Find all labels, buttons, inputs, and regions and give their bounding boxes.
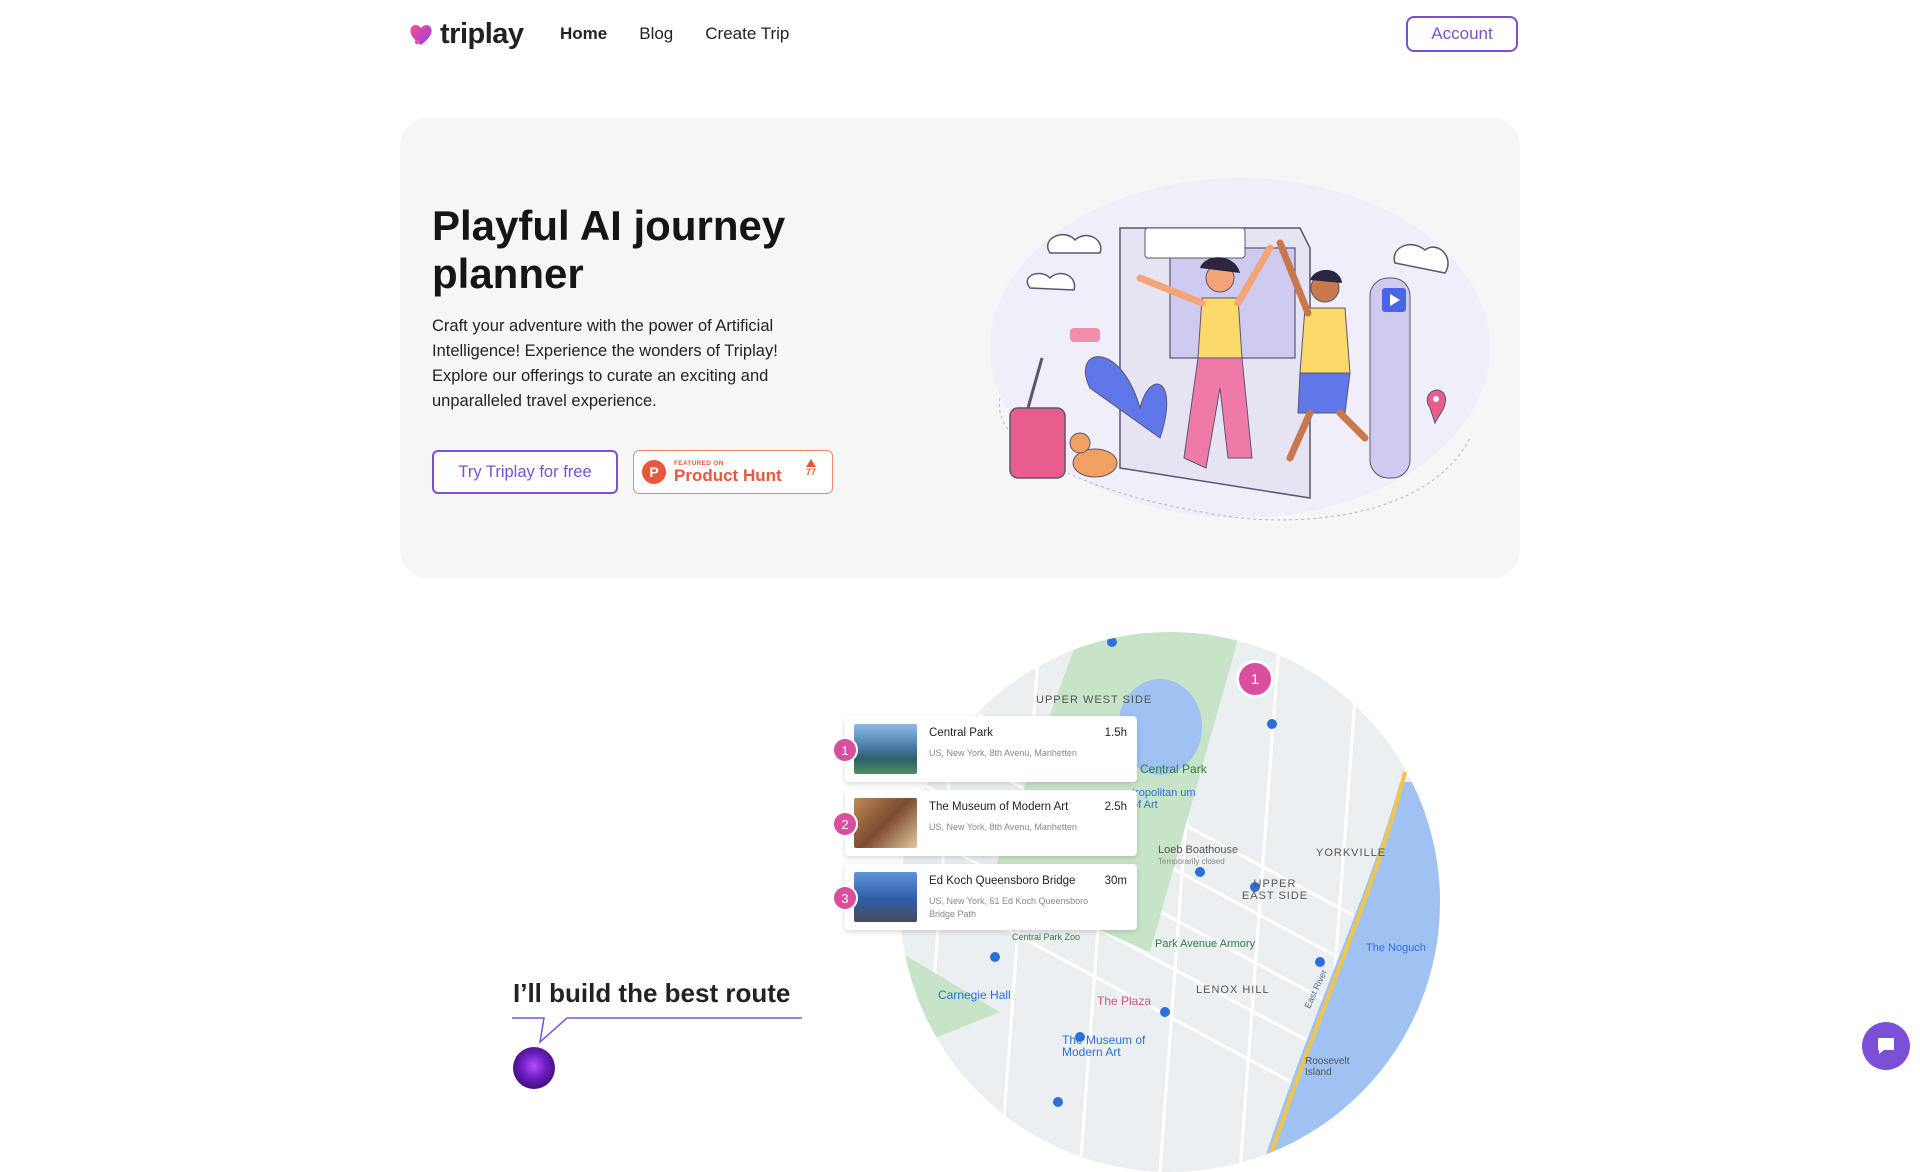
stop-duration: 1.5h <box>1104 727 1127 739</box>
map-label-upper-east-side: UPPER EAST SIDE <box>1241 878 1309 902</box>
stop-name: The Museum of Modern Art <box>929 801 1069 813</box>
logo-text: triplay <box>440 18 524 50</box>
map-label-the-plaza: The Plaza <box>1097 994 1152 1008</box>
assistant-avatar <box>513 1047 555 1089</box>
stop-address: US, New York, 8th Avenu, Manhetten <box>929 822 1077 832</box>
product-hunt-badge[interactable]: P FEATURED ON Product Hunt 77 <box>633 450 833 494</box>
hero-description: Craft your adventure with the power of A… <box>432 317 778 410</box>
speech-bubble-tail <box>512 1017 802 1044</box>
stop-thumbnail <box>854 872 917 922</box>
route-bubble-text: I’ll build the best route <box>513 978 791 1008</box>
heart-logo-icon <box>410 24 432 45</box>
try-free-button[interactable]: Try Triplay for free <box>432 450 618 494</box>
chat-button[interactable] <box>1862 1022 1910 1070</box>
product-hunt-upvotes: 77 <box>805 459 816 477</box>
stop-address: US, New York, 8th Avenu, Manhetten <box>929 748 1077 758</box>
account-button[interactable]: Account <box>1406 16 1518 52</box>
map-label-yorkville: YORKVILLE <box>1316 847 1387 859</box>
map-label-central-park-zoo: Central Park Zoo <box>1012 932 1081 942</box>
hero-illustration <box>990 178 1490 521</box>
stop-address: US, New York, 61 Ed Koch Queensboro Brid… <box>929 896 1089 919</box>
nav-link-create-trip[interactable]: Create Trip <box>705 24 789 44</box>
map-label-boathouse: Loeb Boathouse <box>1158 844 1239 856</box>
route-stop-card[interactable]: Ed Koch Queensboro Bridge 30m US, New Yo… <box>845 864 1137 930</box>
nav-link-home[interactable]: Home <box>560 24 607 44</box>
map-label-carnegie-hall: Carnegie Hall <box>938 988 1011 1002</box>
map-label-moma: The Museum of Modern Art <box>1062 1033 1146 1059</box>
stop-name: Central Park <box>929 727 993 739</box>
nav-links: Home Blog Create Trip <box>560 24 789 44</box>
hero-section: Playful AI journey planner Craft your ad… <box>400 118 1520 578</box>
map-label-boathouse-status: Temporarily closed <box>1158 857 1225 866</box>
stop-name: Ed Koch Queensboro Bridge <box>929 875 1076 887</box>
route-stop-card[interactable]: The Museum of Modern Art 2.5h US, New Yo… <box>845 790 1137 856</box>
map-label-noguchi: The Noguch <box>1366 942 1426 954</box>
chat-bubble-icon <box>1878 1038 1894 1054</box>
product-hunt-text: FEATURED ON Product Hunt <box>674 460 782 484</box>
stop-duration: 30m <box>1104 875 1127 887</box>
map-label-park-avenue-armory: Park Avenue Armory <box>1155 938 1256 950</box>
upvote-triangle-icon <box>805 459 816 467</box>
triplay-logo[interactable]: triplay <box>408 18 524 51</box>
upvote-count: 77 <box>805 467 816 477</box>
route-stop-card[interactable]: Central Park 1.5h US, New York, 8th Aven… <box>845 716 1137 782</box>
nav-link-blog[interactable]: Blog <box>639 24 673 44</box>
stop-number-badge: 3 <box>832 885 858 911</box>
stop-thumbnail <box>854 724 917 774</box>
stop-number-badge: 1 <box>832 737 858 763</box>
stop-thumbnail <box>854 798 917 848</box>
top-navbar: triplay Home Blog Create Trip Account <box>0 0 1920 70</box>
map-label-roosevelt: Roosevelt Island <box>1305 1056 1350 1078</box>
map-label-upper-west-side: UPPER WEST SIDE <box>1036 694 1153 706</box>
map-label-lenox-hill: LENOX HILL <box>1196 984 1270 996</box>
stop-duration: 2.5h <box>1104 801 1127 813</box>
hero-title: Playful AI journey planner <box>432 202 786 297</box>
product-hunt-logo-icon: P <box>642 460 666 484</box>
map-label-central-park: Central Park <box>1140 762 1207 776</box>
stop-number-badge: 2 <box>832 811 858 837</box>
map-label-met: tropolitan um of Art <box>1132 787 1196 811</box>
product-hunt-name: Product Hunt <box>674 466 782 485</box>
map-pin-marker[interactable]: 1 <box>1236 660 1274 698</box>
